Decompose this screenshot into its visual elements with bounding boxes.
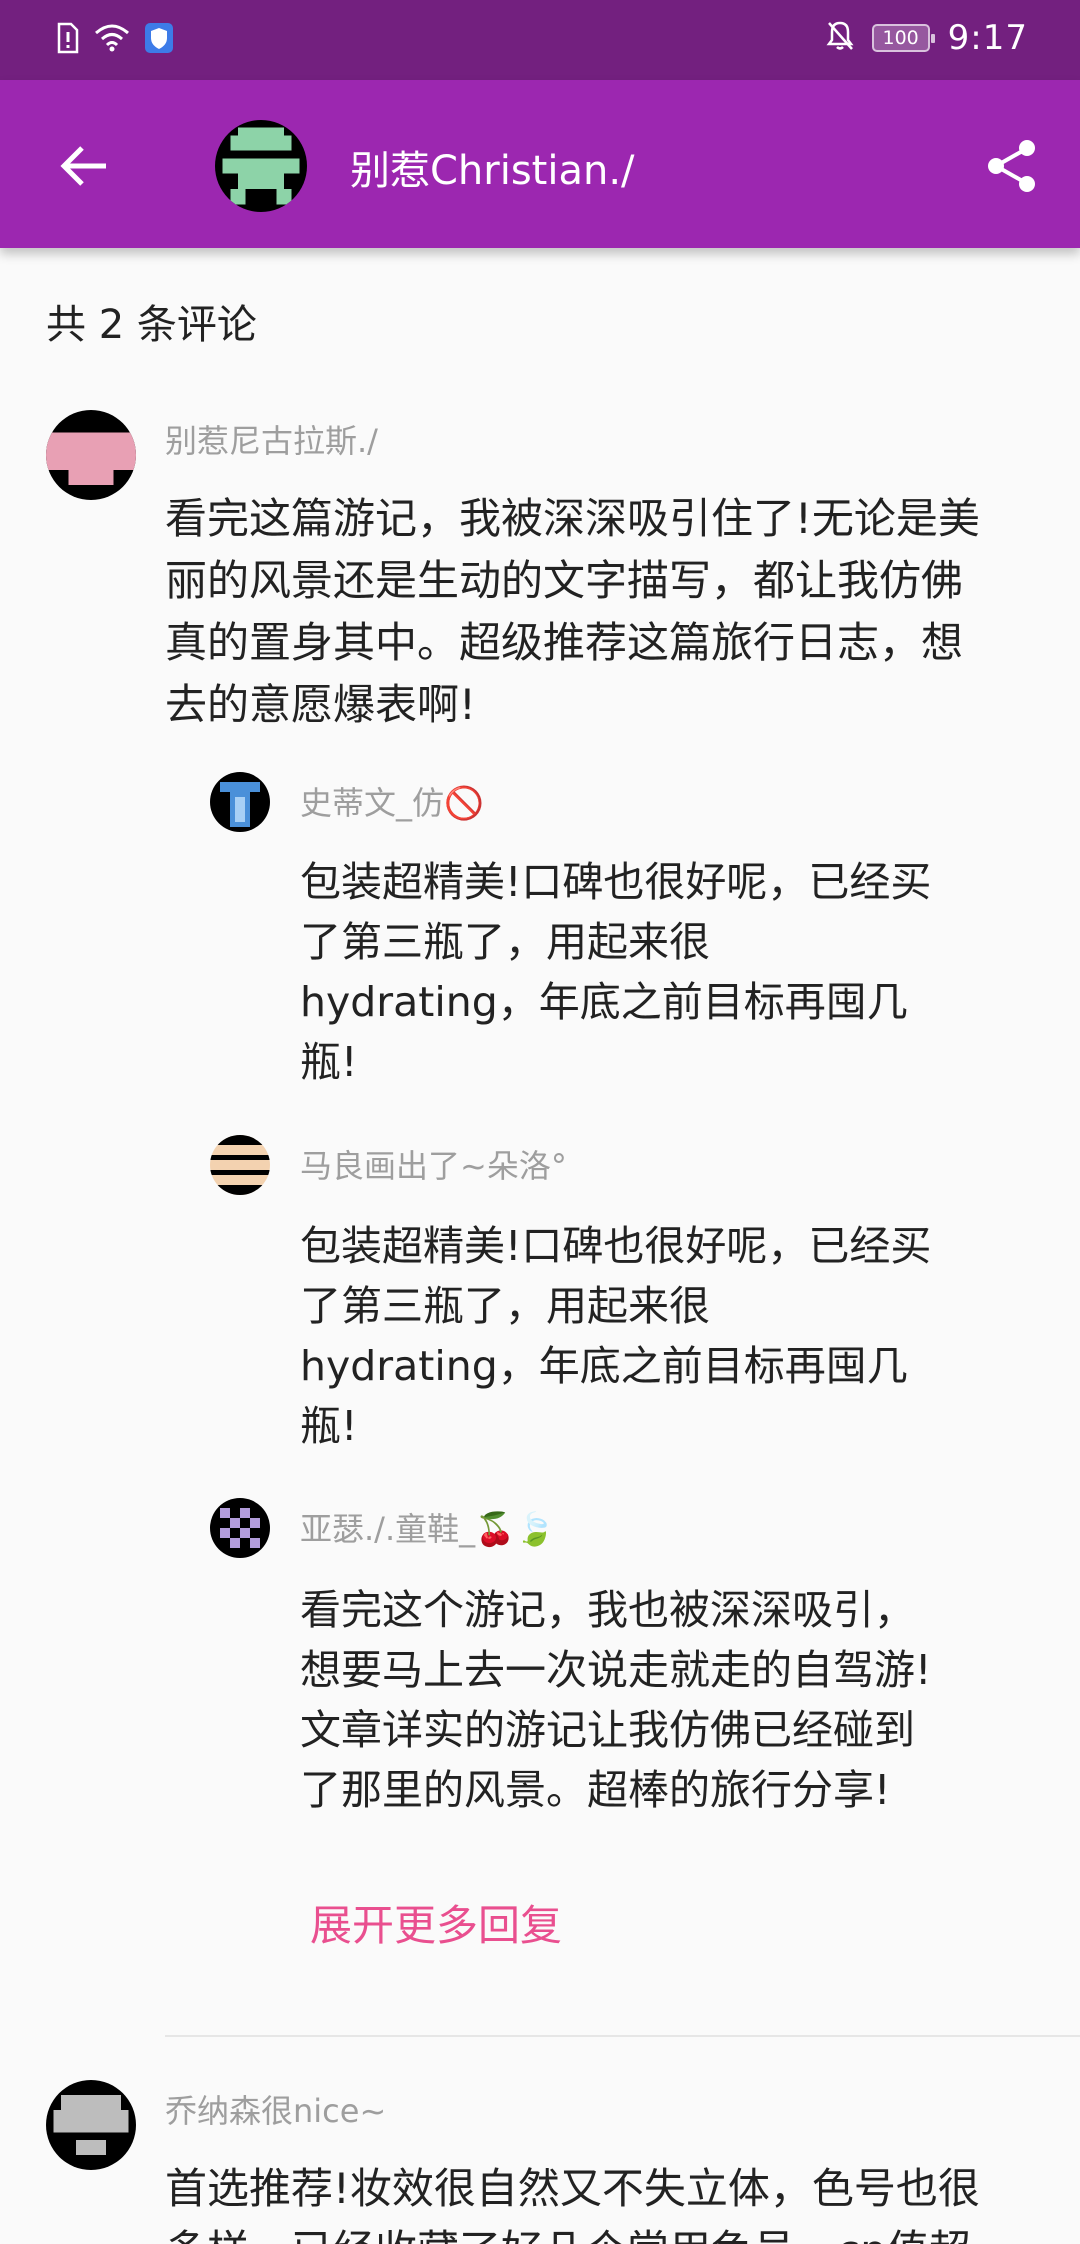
divider bbox=[165, 2035, 1080, 2037]
reply-line: hydrating，年底之前目标再囤几 bbox=[300, 1342, 908, 1390]
comment-line: 真的置身其中。超级推荐这篇旅行日志，想 bbox=[165, 618, 964, 667]
app-bar: 别惹Christian./ bbox=[0, 80, 1080, 248]
expand-more-replies-link[interactable]: 展开更多回复 bbox=[310, 1892, 562, 1953]
back-button[interactable] bbox=[48, 130, 120, 202]
reply-author[interactable]: 亚瑟./.童鞋_🍒🍃 bbox=[300, 1504, 555, 1550]
battery-icon: 100 bbox=[871, 24, 935, 52]
shield-icon bbox=[144, 22, 174, 58]
reply-line: 包装超精美!口碑也很好呢，已经买 bbox=[300, 858, 932, 906]
status-icons-left bbox=[56, 22, 174, 58]
reply-author[interactable]: 马良画出了~朵洛° bbox=[300, 1141, 567, 1187]
app-title: 别惹Christian./ bbox=[350, 148, 635, 194]
reply-avatar[interactable] bbox=[210, 772, 270, 832]
reply-line: 瓶! bbox=[300, 1402, 358, 1450]
reply-line: 看完这个游记，我也被深深吸引， bbox=[300, 1586, 915, 1634]
notifications-off-icon bbox=[826, 20, 854, 56]
avatar[interactable] bbox=[46, 410, 136, 500]
reply-line: 文章详实的游记让我仿佛已经碰到 bbox=[300, 1706, 915, 1754]
sim-alert-icon bbox=[56, 22, 80, 58]
reply-line: 瓶! bbox=[300, 1038, 358, 1086]
reply-line: 包装超精美!口碑也很好呢，已经买 bbox=[300, 1222, 932, 1270]
comment-line: 去的意愿爆表啊! bbox=[165, 680, 476, 729]
reply-line: hydrating，年底之前目标再囤几 bbox=[300, 978, 908, 1026]
status-bar: 100 9:17 bbox=[0, 0, 1080, 80]
share-icon bbox=[988, 140, 1035, 192]
comment-body: 看完这篇游记，我被深深吸引住了!无论是美 丽的风景还是生动的文字描写，都让我仿佛… bbox=[165, 488, 980, 736]
reply-line: 想要马上去一次说走就走的自驾游! bbox=[300, 1646, 932, 1694]
comment-line: 丽的风景还是生动的文字描写，都让我仿佛 bbox=[165, 556, 964, 605]
comment-author[interactable]: 别惹尼古拉斯./ bbox=[165, 416, 378, 462]
comment-line: 多样，已经收藏了好几个常用色号，cp值超 bbox=[165, 2220, 980, 2244]
header-avatar[interactable] bbox=[215, 120, 307, 212]
status-time: 9:17 bbox=[947, 18, 1028, 58]
comment-line: 首选推荐!妆效很自然又不失立体，色号也很 bbox=[165, 2164, 980, 2213]
comment-line: 看完这篇游记，我被深深吸引住了!无论是美 bbox=[165, 494, 980, 543]
reply-line: 了那里的风景。超棒的旅行分享! bbox=[300, 1766, 891, 1814]
arrow-back-icon bbox=[60, 146, 106, 186]
reply-body: 包装超精美!口碑也很好呢，已经买 了第三瓶了，用起来很 hydrating，年底… bbox=[300, 1216, 931, 1456]
reply-avatar[interactable] bbox=[210, 1498, 270, 1558]
reply-author[interactable]: 史蒂文_仿🚫 bbox=[300, 778, 484, 824]
reply-avatar[interactable] bbox=[210, 1135, 270, 1195]
reply-body: 包装超精美!口碑也很好呢，已经买 了第三瓶了，用起来很 hydrating，年底… bbox=[300, 852, 931, 1092]
reply-line: 了第三瓶了，用起来很 bbox=[300, 1282, 710, 1330]
comment-body: 首选推荐!妆效很自然又不失立体，色号也很 多样，已经收藏了好几个常用色号，cp值… bbox=[165, 2158, 980, 2244]
battery-level: 100 bbox=[882, 27, 919, 49]
share-button[interactable] bbox=[976, 130, 1048, 202]
reply-body: 看完这个游记，我也被深深吸引， 想要马上去一次说走就走的自驾游! 文章详实的游记… bbox=[300, 1580, 931, 1820]
wifi-icon bbox=[94, 23, 130, 57]
status-icons-right: 100 9:17 bbox=[826, 18, 1028, 58]
comment-author[interactable]: 乔纳森很nice~ bbox=[165, 2086, 386, 2132]
reply-line: 了第三瓶了，用起来很 bbox=[300, 918, 710, 966]
avatar[interactable] bbox=[46, 2080, 136, 2170]
comment-count: 共 2 条评论 bbox=[46, 302, 257, 348]
